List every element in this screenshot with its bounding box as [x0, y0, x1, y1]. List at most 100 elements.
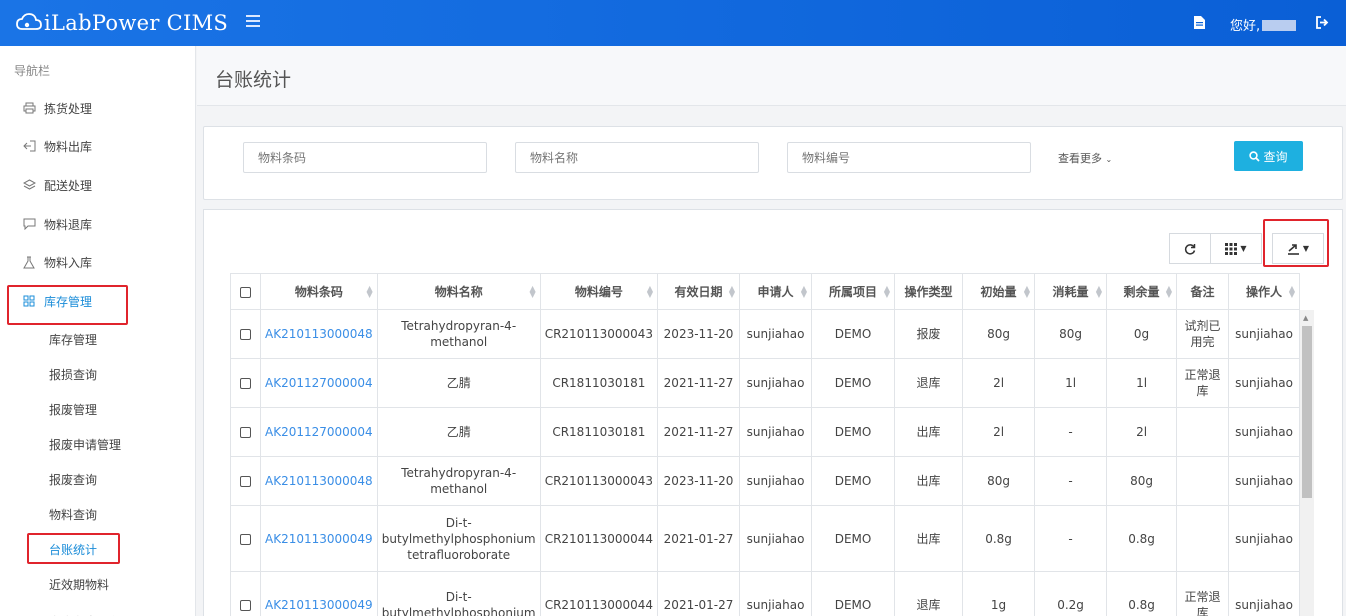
cell-applicant: sunjiahao — [739, 407, 813, 457]
logout-icon[interactable] — [1316, 16, 1329, 29]
cell-remark: 试剂已用完 — [1176, 309, 1230, 359]
top-bar: iLabPower CIMS 您好, — [0, 0, 1346, 46]
table-header-row: 物料条码 ▲ ▼ 物料名称 ▲ ▼ 物料编号 ▲ ▼ 有效日期 ▲ ▼ 申请人 ▲ ▼ 所属项目 ▲ ▼… — [230, 273, 1301, 310]
sidebar: 导航栏 拣货处理 物料出库 配送处理 物料退库 物料入库 库存管理 库存管理 报… — [0, 46, 196, 616]
flask-icon — [22, 255, 36, 269]
page-title: 台账统计 — [215, 69, 292, 91]
sort-icon: ▲ ▼ — [800, 284, 808, 299]
show-more-link[interactable]: 查看更多 ⌄ — [1058, 150, 1112, 166]
cell-type: 出库 — [894, 505, 964, 572]
col-header-barcode[interactable]: 物料条码 ▲ ▼ — [260, 273, 378, 310]
query-button[interactable]: 查询 — [1234, 141, 1303, 171]
menu-toggle-icon[interactable] — [246, 15, 260, 29]
sub-item-near-expiry[interactable]: 近效期物料 — [0, 567, 196, 601]
barcode-input[interactable] — [243, 142, 487, 173]
table-scrollbar[interactable]: ▲ — [1300, 310, 1314, 616]
cell-name: Di-t-butylmethylphosphonium — [376, 571, 541, 616]
chevron-down-icon: ⌄ — [1105, 155, 1113, 164]
cell-consumed: - — [1034, 456, 1108, 506]
app-logo[interactable]: iLabPower CIMS — [16, 7, 228, 39]
cell-barcode[interactable]: AK210113000049 — [260, 505, 378, 572]
col-header-op-type[interactable]: 操作类型 — [894, 273, 964, 310]
cell-number: CR1811030181 — [539, 407, 659, 457]
document-icon[interactable] — [1194, 16, 1205, 29]
cell-remark: 正常退库 — [1176, 571, 1230, 616]
sub-item-inventory-manage[interactable]: 库存管理 — [0, 322, 196, 356]
cell-consumed: 0.2g — [1034, 571, 1108, 616]
cell-initial: 1g — [962, 571, 1036, 616]
col-header-name[interactable]: 物料名称 ▲ ▼ — [376, 273, 541, 310]
scrollbar-thumb[interactable] — [1302, 326, 1312, 498]
comment-icon — [22, 217, 36, 231]
cell-operator: sunjiahao — [1228, 309, 1301, 359]
col-header-operator[interactable]: 操作人 ▲ ▼ — [1228, 273, 1301, 310]
material-name-input[interactable] — [515, 142, 759, 173]
cell-type: 出库 — [894, 407, 964, 457]
cell-consumed: 80g — [1034, 309, 1108, 359]
cell-remaining: 1l — [1106, 358, 1178, 408]
cell-type: 报废 — [894, 309, 964, 359]
col-header-remark[interactable]: 备注 — [1176, 273, 1230, 310]
caret-down-icon: ▼ — [1240, 244, 1247, 253]
col-header-project[interactable]: 所属项目 ▲ ▼ — [811, 273, 896, 310]
cell-barcode[interactable]: AK201127000004 — [260, 407, 378, 457]
nav-title: 导航栏 — [14, 64, 51, 78]
col-header-applicant[interactable]: 申请人 ▲ ▼ — [739, 273, 813, 310]
cell-date: 2023-11-20 — [657, 456, 741, 506]
select-all-checkbox[interactable] — [240, 286, 251, 298]
sidebar-item-outbound[interactable]: 物料出库 — [0, 128, 196, 164]
search-panel: 查看更多 ⌄ 查询 — [203, 126, 1343, 200]
refresh-button[interactable] — [1169, 233, 1211, 264]
cell-number: CR1811030181 — [539, 358, 659, 408]
col-header-consumed[interactable]: 消耗量 ▲ ▼ — [1034, 273, 1108, 310]
cell-number: CR210113000043 — [539, 309, 659, 359]
columns-grid-icon — [1225, 242, 1238, 255]
columns-toggle-button[interactable]: ▼ — [1210, 233, 1262, 264]
cell-remark — [1176, 456, 1230, 506]
cell-barcode[interactable]: AK210113000048 — [260, 456, 378, 506]
cell-date: 2021-01-27 — [657, 505, 741, 572]
sub-item-material-query[interactable]: 物料查询 — [0, 497, 196, 531]
col-header-number[interactable]: 物料编号 ▲ ▼ — [539, 273, 659, 310]
row-checkbox[interactable] — [240, 599, 251, 611]
col-header-expiry[interactable]: 有效日期 ▲ ▼ — [657, 273, 741, 310]
user-greeting[interactable]: 您好, — [1230, 15, 1297, 34]
cell-applicant: sunjiahao — [739, 309, 813, 359]
cell-barcode[interactable]: AK201127000004 — [260, 358, 378, 408]
sub-item-scrap-query[interactable]: 报废查询 — [0, 462, 196, 496]
material-number-input[interactable] — [787, 142, 1031, 173]
cell-operator: sunjiahao — [1228, 407, 1301, 457]
row-checkbox[interactable] — [240, 329, 251, 340]
cell-name: Di-t-butylmethylphosphonium tetrafluorob… — [376, 505, 541, 572]
table-row: AK210113000048 Tetrahydropyran-4-methano… — [230, 456, 1301, 506]
username-mask — [1262, 20, 1297, 31]
col-header-remaining[interactable]: 剩余量 ▲ ▼ — [1106, 273, 1178, 310]
sidebar-item-picking[interactable]: 拣货处理 — [0, 90, 196, 126]
sub-item-multi-stock[interactable]: 多库存盘规程 — [0, 602, 196, 616]
cell-date: 2023-11-20 — [657, 309, 741, 359]
sub-item-scrap-manage[interactable]: 报废管理 — [0, 392, 196, 426]
sidebar-item-inbound[interactable]: 物料入库 — [0, 244, 196, 280]
sidebar-item-return[interactable]: 物料退库 — [0, 206, 196, 242]
cloud-logo-icon — [16, 13, 42, 30]
cell-project: DEMO — [811, 456, 896, 506]
sort-icon: ▲ ▼ — [1288, 284, 1296, 299]
table-row: AK210113000049 Di-t-butylmethylphosphoni… — [230, 571, 1301, 616]
sub-item-scrap-apply[interactable]: 报废申请管理 — [0, 427, 196, 461]
cell-operator: sunjiahao — [1228, 571, 1301, 616]
sort-icon: ▲ ▼ — [1095, 284, 1103, 299]
sort-icon: ▲ ▼ — [529, 284, 536, 299]
cell-barcode[interactable]: AK210113000048 — [260, 309, 378, 359]
row-checkbox[interactable] — [240, 427, 251, 438]
scroll-up-icon[interactable]: ▲ — [1303, 314, 1308, 322]
sort-icon: ▲ ▼ — [1165, 284, 1173, 299]
sidebar-item-delivery[interactable]: 配送处理 — [0, 167, 196, 203]
row-checkbox[interactable] — [240, 378, 251, 389]
cell-barcode[interactable]: AK210113000049 — [260, 571, 378, 616]
col-header-initial[interactable]: 初始量 ▲ ▼ — [962, 273, 1036, 310]
sub-item-loss-query[interactable]: 报损查询 — [0, 357, 196, 391]
row-checkbox[interactable] — [240, 533, 251, 545]
row-checkbox[interactable] — [240, 476, 251, 487]
refresh-icon — [1184, 243, 1196, 255]
page-header: 台账统计 — [197, 46, 1346, 106]
